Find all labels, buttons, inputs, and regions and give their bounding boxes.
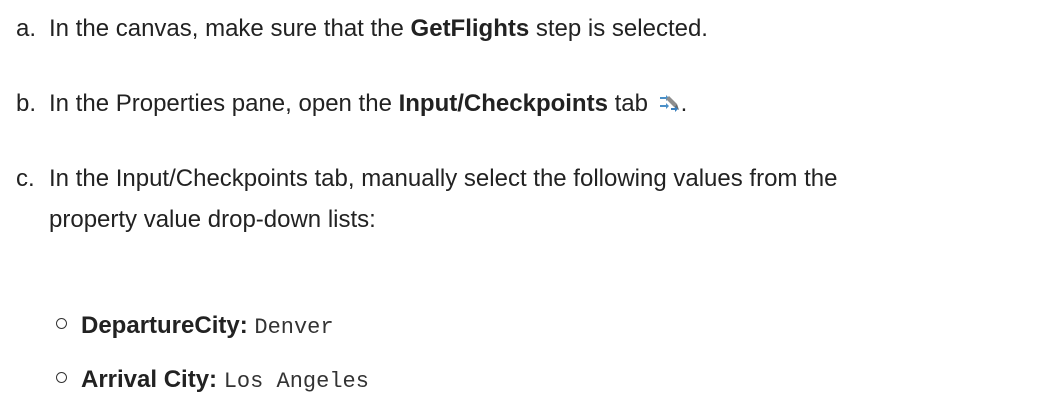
step-b: b. In the Properties pane, open the Input… xyxy=(16,83,687,124)
property-label: DepartureCity: xyxy=(81,312,248,339)
step-text: step is selected. xyxy=(529,15,708,42)
instruction-document: a. In the canvas, make sure that the GetF… xyxy=(0,0,1061,394)
step-text: In the Properties pane, open the xyxy=(49,90,399,117)
bullet-circle-icon xyxy=(56,318,67,329)
step-marker: c. xyxy=(16,165,35,192)
property-label: Arrival City: xyxy=(81,366,218,393)
step-c: c. In the Input/Checkpoints tab, manually… xyxy=(16,158,837,240)
step-text: . xyxy=(680,90,688,117)
step-line: c. In the Input/Checkpoints tab, manually… xyxy=(16,158,837,199)
value-list-item: DepartureCity: Denver xyxy=(56,305,334,348)
step-text: In the canvas, make sure that the xyxy=(49,15,411,42)
property-value: Los Angeles xyxy=(223,369,369,394)
step-text: In the Input/Checkpoints tab, manually s… xyxy=(49,165,838,192)
step-marker: a. xyxy=(16,15,37,42)
property-value: Denver xyxy=(254,315,334,340)
step-bold-term: Input/Checkpoints xyxy=(398,90,608,117)
step-bold-term: GetFlights xyxy=(410,15,530,42)
bullet-circle-icon xyxy=(56,372,67,383)
input-checkpoints-tab-icon xyxy=(657,86,681,112)
step-a: a. In the canvas, make sure that the GetF… xyxy=(16,8,708,49)
step-text: tab xyxy=(607,90,648,117)
step-text-continued: property value drop-down lists: xyxy=(49,206,376,233)
value-list-item: Arrival City: Los Angeles xyxy=(56,359,369,402)
step-marker: b. xyxy=(16,90,37,117)
